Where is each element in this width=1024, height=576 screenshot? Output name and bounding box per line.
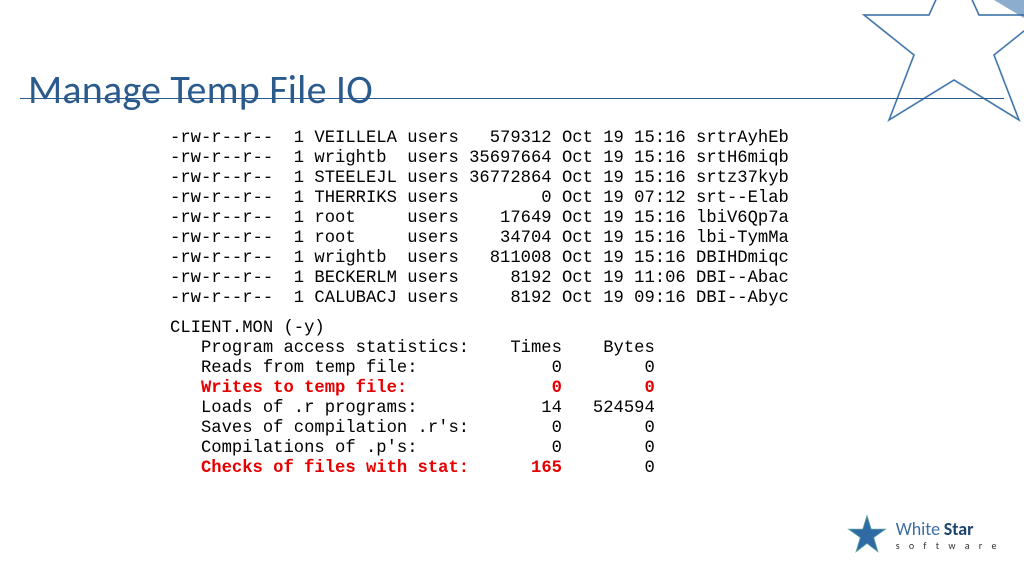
logo-word-1: White xyxy=(896,518,940,540)
star-icon xyxy=(846,514,888,556)
decorative-star xyxy=(844,0,1024,140)
logo: White Star s o f t w a r e xyxy=(846,514,1000,556)
logo-word-2: Star xyxy=(944,518,974,540)
stats-listing: CLIENT.MON (-y) Program access statistic… xyxy=(170,319,655,479)
page-title: Manage Temp File IO xyxy=(28,65,373,114)
logo-sub: s o f t w a r e xyxy=(896,541,1000,551)
title-divider xyxy=(20,98,1004,99)
file-listing: -rw-r--r-- 1 VEILLELA users 579312 Oct 1… xyxy=(170,129,789,309)
